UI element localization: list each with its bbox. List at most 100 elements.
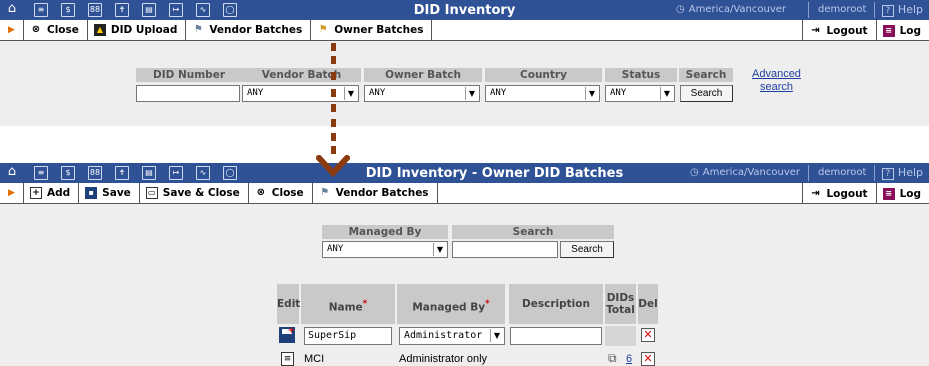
edit-row-icon[interactable]: ≡ <box>281 352 294 366</box>
chevron-down-icon: ▼ <box>465 87 478 100</box>
dollar-icon[interactable]: $ <box>61 3 75 17</box>
logout-icon: ⇥ <box>811 24 820 36</box>
add-button[interactable]: + Add <box>24 183 80 203</box>
home-icon[interactable]: ⌂ <box>4 2 20 17</box>
did-number-input[interactable] <box>136 85 240 102</box>
divider <box>874 2 875 18</box>
managed-by-column-header: Managed By* <box>397 284 505 324</box>
logout-label: Logout <box>826 187 868 200</box>
user-name[interactable]: demoroot <box>818 0 866 20</box>
managed-by-value: ANY <box>327 244 344 254</box>
save-row-icon[interactable]: + <box>279 327 295 343</box>
save-close-button[interactable]: ▭ Save & Close <box>140 183 249 203</box>
help-label: Help <box>897 166 923 179</box>
nav-icons: ⌂ ≡ $ 88 ✝ ▤ ↦ ∿ ◯ <box>0 163 250 183</box>
divider <box>808 2 809 18</box>
search-icon[interactable]: ◯ <box>223 166 237 180</box>
close-circle-icon: ⊗ <box>256 187 265 198</box>
search-input[interactable] <box>452 241 558 258</box>
dollar-icon[interactable]: $ <box>61 166 75 180</box>
logout-button[interactable]: ⇥ Logout <box>802 183 875 204</box>
vendor-batches-button[interactable]: ⚑ Vendor Batches <box>186 20 312 40</box>
help-link[interactable]: ? Help <box>881 163 923 183</box>
arrow-head-icon <box>316 155 350 178</box>
clock-icon: ◷ <box>690 167 699 178</box>
log-button[interactable]: ≡ Log <box>875 20 929 41</box>
logout-button[interactable]: ⇥ Logout <box>802 20 875 41</box>
expand-arrow-icon[interactable]: ▶ <box>0 20 24 40</box>
search-button[interactable]: Search <box>680 85 733 102</box>
chevron-down-icon: ▼ <box>490 329 503 342</box>
log-icon: ≡ <box>882 187 895 200</box>
managed-by-row-select[interactable]: Administrator ▼ <box>399 327 505 345</box>
expand-arrow-icon[interactable]: ▶ <box>0 183 24 203</box>
arrow-dash <box>331 146 336 154</box>
calendar-icon[interactable]: ▤ <box>142 166 156 180</box>
description-input[interactable] <box>510 327 602 345</box>
description-column-header: Description <box>509 284 603 324</box>
search-button[interactable]: Search <box>560 241 614 258</box>
list-icon[interactable]: ≡ <box>34 3 48 17</box>
chevron-down-icon: ▼ <box>433 243 446 256</box>
log-button[interactable]: ≡ Log <box>875 183 929 204</box>
owner-batches-icon: ⚑ <box>318 24 328 35</box>
save-close-label: Save & Close <box>162 187 240 199</box>
close-label: Close <box>271 187 304 199</box>
toolbar: ▶ ⊗ Close ▲ DID Upload ⚑ Vendor Batches ⚑ Ow… <box>0 20 929 41</box>
vendor-batches-label: Vendor Batches <box>335 187 429 199</box>
grid-icon[interactable]: 88 <box>88 3 102 17</box>
home-icon[interactable]: ⌂ <box>4 165 20 180</box>
delete-icon[interactable]: ✕ <box>641 352 655 366</box>
grid-icon[interactable]: 88 <box>88 166 102 180</box>
vendor-batches-button[interactable]: ⚑ Vendor Batches <box>313 183 438 203</box>
owner-batches-label: Owner Batches <box>334 24 424 36</box>
owner-batches-button[interactable]: ⚑ Owner Batches <box>311 20 433 40</box>
advanced-search-link[interactable]: Advanced search <box>752 68 801 94</box>
managed-by-header-label: Managed By <box>412 301 486 314</box>
country-select[interactable]: ANY ▼ <box>485 85 600 102</box>
search-header: Search <box>452 225 614 239</box>
close-button[interactable]: ⊗ Close <box>24 20 88 40</box>
close-circle-icon: ⊗ <box>31 24 41 35</box>
owner-batch-select[interactable]: ANY ▼ <box>364 85 480 102</box>
save-button[interactable]: ▪ Save <box>79 183 140 203</box>
logout-icon: ⇥ <box>811 187 820 199</box>
did-upload-button[interactable]: ▲ DID Upload <box>88 20 187 40</box>
edit-column-header: Edit <box>277 284 300 324</box>
name-header-label: Name <box>328 301 363 314</box>
status-select[interactable]: ANY ▼ <box>605 85 675 102</box>
list-icon[interactable]: ≡ <box>34 166 48 180</box>
chevron-down-icon: ▼ <box>344 87 357 100</box>
export-icon[interactable]: ↦ <box>169 166 183 180</box>
vendor-batch-select[interactable]: ANY ▼ <box>242 85 359 102</box>
calendar-icon[interactable]: ▤ <box>142 3 156 17</box>
titlebar: ⌂ ≡ $ 88 ✝ ▤ ↦ ∿ ◯ DID Inventory ◷ Americ… <box>0 0 929 20</box>
dids-list-icon[interactable]: ⧉ <box>608 351 617 365</box>
required-mark: * <box>362 299 368 309</box>
help-link[interactable]: ? Help <box>881 0 923 20</box>
chart-icon[interactable]: ∿ <box>196 166 210 180</box>
timezone-link[interactable]: ◷ America/Vancouver <box>676 0 786 20</box>
delete-icon[interactable]: ✕ <box>641 328 655 342</box>
owner-batch-header: Owner Batch <box>364 68 482 82</box>
arrow-dash <box>331 89 336 97</box>
save-icon: ▪ <box>85 187 98 199</box>
dids-total-link[interactable]: 6 <box>626 352 632 366</box>
owner-did-batches-panel: ⌂ ≡ $ 88 ✝ ▤ ↦ ∿ ◯ DID Inventory - Owner… <box>0 163 929 366</box>
person-icon[interactable]: ✝ <box>115 3 129 17</box>
managed-by-select[interactable]: ANY ▼ <box>322 241 448 258</box>
dids-total-column-header: DIDs Total <box>605 284 636 324</box>
timezone-link[interactable]: ◷ America/Vancouver <box>690 163 800 183</box>
search-area: DID Number Vendor Batch Owner Batch Coun… <box>0 41 929 126</box>
export-icon[interactable]: ↦ <box>169 3 183 17</box>
close-button[interactable]: ⊗ Close <box>249 183 313 203</box>
help-label: Help <box>897 3 923 16</box>
person-icon[interactable]: ✝ <box>115 166 129 180</box>
did-inventory-panel: ⌂ ≡ $ 88 ✝ ▤ ↦ ∿ ◯ DID Inventory ◷ Americ… <box>0 0 929 126</box>
name-input[interactable]: SuperSip <box>304 327 392 345</box>
chart-icon[interactable]: ∿ <box>196 3 210 17</box>
search-icon[interactable]: ◯ <box>223 3 237 17</box>
user-name[interactable]: demoroot <box>818 163 866 183</box>
log-label: Log <box>899 24 921 37</box>
clock-icon: ◷ <box>676 4 685 15</box>
